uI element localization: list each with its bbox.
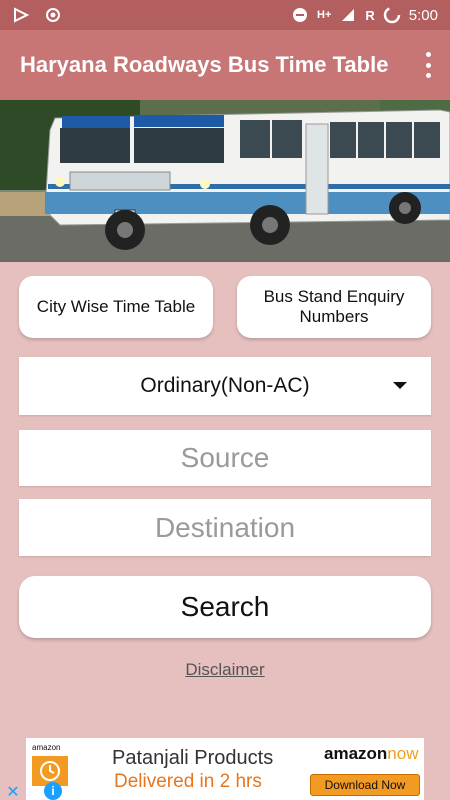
- signal-icon: [339, 6, 357, 24]
- ad-brand-small: amazon: [32, 743, 60, 752]
- status-bar: H+ R 5:00: [0, 0, 450, 30]
- city-wise-timetable-button[interactable]: City Wise Time Table: [19, 276, 213, 338]
- ad-logo-suffix: now: [387, 744, 419, 763]
- search-button[interactable]: Search: [19, 576, 431, 638]
- ad-logo: amazonnow: [324, 744, 418, 764]
- ad-download-button[interactable]: Download Now: [310, 774, 420, 796]
- city-wise-timetable-label: City Wise Time Table: [36, 297, 196, 316]
- dropdown-arrow-icon: [393, 382, 407, 389]
- do-not-disturb-icon: [291, 6, 309, 24]
- hero-bus-image: [0, 100, 450, 262]
- ad-close-icon[interactable]: ✕: [0, 782, 26, 800]
- app-title: Haryana Roadways Bus Time Table: [20, 52, 389, 77]
- ad-subtitle: Delivered in 2 hrs: [114, 771, 262, 792]
- disclaimer-link[interactable]: Disclaimer: [0, 660, 450, 680]
- record-icon: [44, 6, 62, 24]
- destination-input[interactable]: [19, 499, 431, 556]
- bus-stand-enquiry-button[interactable]: Bus Stand Enquiry Numbers: [237, 276, 431, 338]
- app-bar: Haryana Roadways Bus Time Table: [0, 30, 450, 100]
- search-button-label: Search: [180, 591, 270, 622]
- ad-title: Patanjali Products: [112, 747, 274, 769]
- overflow-menu-icon[interactable]: [422, 52, 434, 78]
- battery-charging-icon: [383, 6, 401, 24]
- status-time: 5:00: [408, 6, 438, 24]
- ad-logo-main: amazon: [324, 744, 388, 763]
- ad-banner[interactable]: amazon Patanjali Products Delivered in 2…: [26, 738, 424, 800]
- playstore-notification-icon: [12, 6, 30, 24]
- bus-stand-enquiry-label: Bus Stand Enquiry Numbers: [263, 287, 405, 326]
- destination-field-container: [19, 499, 431, 556]
- bus-type-select[interactable]: Ordinary(Non-AC): [19, 357, 431, 415]
- source-input[interactable]: [19, 430, 431, 486]
- ad-info-icon[interactable]: i: [44, 782, 62, 800]
- source-field-container: [19, 430, 431, 486]
- network-type-label: H+: [317, 9, 332, 21]
- roaming-label: R: [365, 7, 375, 23]
- bus-type-value: Ordinary(Non-AC): [140, 374, 310, 397]
